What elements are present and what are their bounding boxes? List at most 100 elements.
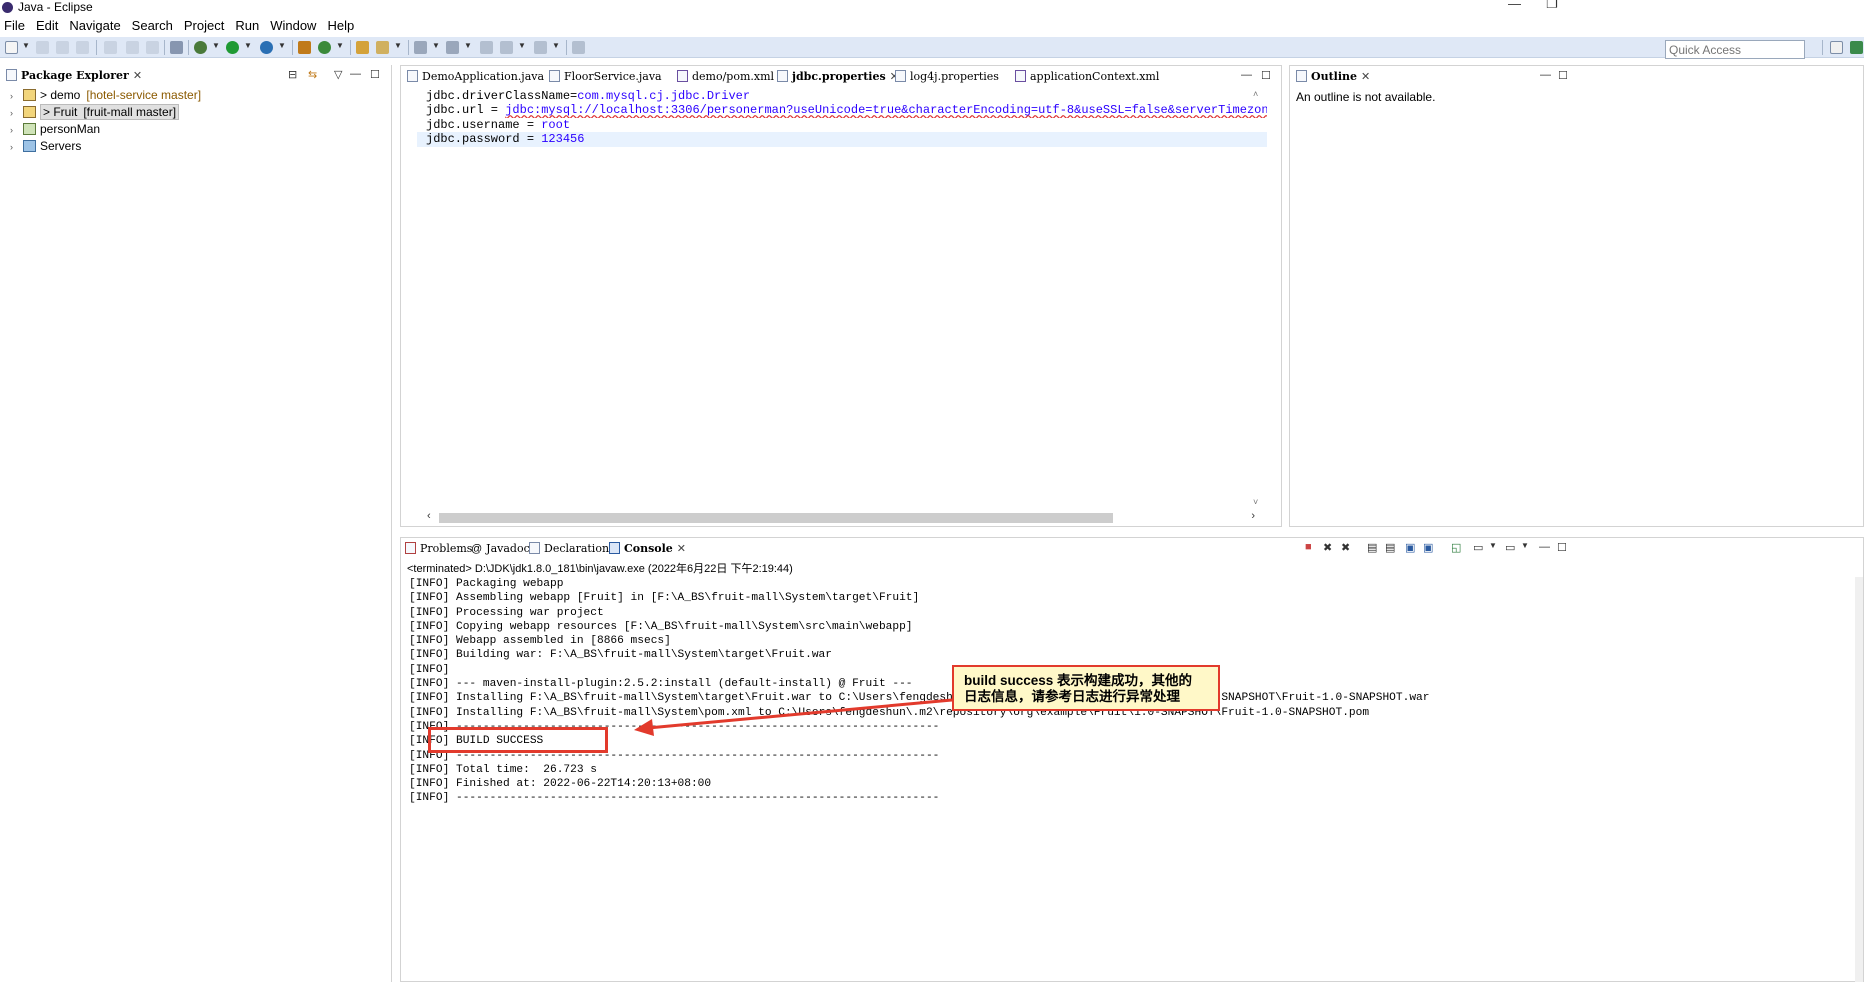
tab-jdbc-properties[interactable]: jdbc.properties✕ bbox=[777, 69, 899, 87]
close-icon[interactable]: ✕ bbox=[677, 543, 686, 555]
console-line: [INFO] Total time: 26.723 s bbox=[409, 763, 597, 776]
pin-editor-icon[interactable] bbox=[572, 41, 585, 54]
terminate-icon[interactable]: ■ bbox=[1305, 541, 1312, 553]
collapse-all-icon[interactable]: ⊟ bbox=[288, 68, 297, 81]
open-type-icon[interactable] bbox=[356, 41, 369, 54]
restore-icon[interactable]: ❐ bbox=[1546, 0, 1558, 11]
tab-applicationcontext-xml[interactable]: applicationContext.xml bbox=[1015, 69, 1159, 87]
tab-pom-xml[interactable]: demo/pom.xml bbox=[677, 69, 774, 87]
tree-item-demo[interactable]: › > demo [hotel-service master] bbox=[10, 87, 201, 104]
console-vertical-scrollbar[interactable] bbox=[1855, 577, 1863, 982]
clear-console-icon[interactable]: ▤ bbox=[1367, 541, 1377, 554]
menu-edit[interactable]: Edit bbox=[36, 17, 58, 35]
minimize-icon[interactable]: — bbox=[350, 68, 361, 80]
next-annotation-icon[interactable] bbox=[414, 41, 427, 54]
tab-console[interactable]: Console ✕ bbox=[609, 541, 686, 559]
display-console-icon[interactable]: ▭ bbox=[1473, 541, 1483, 554]
menu-run[interactable]: Run bbox=[235, 17, 259, 35]
next-annotation-dropdown-icon[interactable]: ▼ bbox=[432, 41, 440, 50]
tab-floorservice-java[interactable]: FloorService.java bbox=[549, 69, 662, 87]
scroll-down-icon[interactable]: ˅ bbox=[1253, 497, 1258, 507]
new-class-icon[interactable] bbox=[318, 41, 331, 54]
view-menu-icon[interactable]: ▽ bbox=[334, 68, 342, 81]
open-console-icon[interactable]: ▭ bbox=[1505, 541, 1515, 554]
menu-file[interactable]: File bbox=[4, 17, 25, 35]
skip-breakpoints-icon[interactable] bbox=[170, 41, 183, 54]
print-icon[interactable] bbox=[76, 41, 89, 54]
expand-icon[interactable]: › bbox=[10, 88, 20, 105]
tab-package-explorer[interactable]: Package Explorer ✕ bbox=[6, 68, 142, 86]
maximize-icon[interactable]: ☐ bbox=[1558, 69, 1568, 82]
menu-help[interactable]: Help bbox=[327, 17, 354, 35]
expand-icon[interactable]: › bbox=[10, 105, 20, 122]
menu-search[interactable]: Search bbox=[132, 17, 173, 35]
menu-navigate[interactable]: Navigate bbox=[69, 17, 120, 35]
run-icon[interactable] bbox=[226, 41, 239, 54]
new-package-icon[interactable] bbox=[298, 41, 311, 54]
remove-launch-icon[interactable]: ✖ bbox=[1323, 541, 1332, 554]
close-icon[interactable]: ✕ bbox=[133, 70, 142, 82]
terminal-icon[interactable] bbox=[104, 41, 117, 54]
new-icon[interactable] bbox=[5, 41, 18, 54]
quick-access-input[interactable] bbox=[1665, 40, 1805, 59]
forward-dropdown-icon[interactable]: ▼ bbox=[552, 41, 560, 50]
new-class-dropdown-icon[interactable]: ▼ bbox=[336, 41, 344, 50]
open-console-dropdown-icon[interactable]: ▼ bbox=[1521, 541, 1529, 550]
show-on-output-icon[interactable]: ▣ bbox=[1405, 541, 1415, 554]
close-icon[interactable]: ✕ bbox=[1361, 71, 1370, 83]
tab-declaration[interactable]: Declaration bbox=[529, 541, 609, 559]
toggle-block-icon[interactable] bbox=[146, 41, 159, 54]
scroll-left-icon[interactable]: ‹ bbox=[427, 510, 431, 522]
tab-demoapplication-java[interactable]: DemoApplication.java bbox=[407, 69, 544, 87]
expand-icon[interactable]: › bbox=[10, 139, 20, 156]
expand-icon[interactable]: › bbox=[10, 122, 20, 139]
tab-outline[interactable]: Outline ✕ bbox=[1296, 69, 1370, 87]
maximize-icon[interactable]: ☐ bbox=[1261, 69, 1271, 82]
editor-horizontal-scrollbar[interactable]: ‹ › bbox=[425, 510, 1255, 524]
prev-annotation-dropdown-icon[interactable]: ▼ bbox=[464, 41, 472, 50]
minimize-icon[interactable]: — bbox=[1540, 69, 1551, 81]
java-perspective-icon[interactable] bbox=[1850, 41, 1863, 54]
tab-javadoc[interactable]: @ Javadoc bbox=[471, 541, 530, 559]
debug-dropdown-icon[interactable]: ▼ bbox=[212, 41, 220, 50]
open-perspective-icon[interactable] bbox=[1830, 41, 1843, 54]
menu-project[interactable]: Project bbox=[184, 17, 224, 35]
last-edit-icon[interactable] bbox=[480, 41, 493, 54]
search-dropdown-icon[interactable]: ▼ bbox=[394, 41, 402, 50]
scroll-up-icon[interactable]: ˄ bbox=[1253, 89, 1258, 99]
scroll-thumb[interactable] bbox=[439, 513, 1113, 523]
show-on-error-icon[interactable]: ▣ bbox=[1423, 541, 1433, 554]
forward-icon[interactable] bbox=[534, 41, 547, 54]
coverage-dropdown-icon[interactable]: ▼ bbox=[278, 41, 286, 50]
pin-console-icon[interactable]: ◱ bbox=[1451, 541, 1461, 554]
scroll-lock-icon[interactable]: ▤ bbox=[1385, 541, 1395, 554]
debug-icon[interactable] bbox=[194, 41, 207, 54]
save-all-icon[interactable] bbox=[56, 41, 69, 54]
link-editor-icon[interactable]: ⇆ bbox=[308, 68, 317, 81]
search-icon[interactable] bbox=[376, 41, 389, 54]
code-editor[interactable]: jdbc.driverClassName=com.mysql.cj.jdbc.D… bbox=[417, 89, 1267, 509]
save-icon[interactable] bbox=[36, 41, 49, 54]
new-dropdown-icon[interactable]: ▼ bbox=[22, 41, 30, 50]
remove-all-terminated-icon[interactable]: ✖ bbox=[1341, 541, 1350, 554]
minimize-icon[interactable]: — bbox=[1241, 69, 1252, 81]
maximize-icon[interactable]: ☐ bbox=[370, 68, 380, 81]
back-dropdown-icon[interactable]: ▼ bbox=[518, 41, 526, 50]
prev-annotation-icon[interactable] bbox=[446, 41, 459, 54]
scroll-right-icon[interactable]: › bbox=[1251, 510, 1255, 522]
tree-item-fruit[interactable]: › > Fruit [fruit-mall master] bbox=[10, 104, 180, 122]
editor-vertical-scrollbar[interactable]: ˄ ˅ bbox=[1251, 89, 1263, 509]
menu-window[interactable]: Window bbox=[270, 17, 316, 35]
maximize-icon[interactable]: ☐ bbox=[1557, 541, 1567, 554]
back-icon[interactable] bbox=[500, 41, 513, 54]
display-dropdown-icon[interactable]: ▼ bbox=[1489, 541, 1497, 550]
coverage-icon[interactable] bbox=[260, 41, 273, 54]
toggle-icon[interactable] bbox=[126, 41, 139, 54]
tree-item-servers[interactable]: › Servers bbox=[10, 138, 81, 155]
tab-log4j-properties[interactable]: log4j.properties bbox=[895, 69, 999, 87]
tree-item-personman[interactable]: › personMan bbox=[10, 121, 100, 138]
minimize-icon[interactable]: — bbox=[1508, 0, 1521, 11]
run-dropdown-icon[interactable]: ▼ bbox=[244, 41, 252, 50]
minimize-icon[interactable]: — bbox=[1539, 541, 1550, 553]
tab-problems[interactable]: Problems bbox=[405, 541, 472, 559]
